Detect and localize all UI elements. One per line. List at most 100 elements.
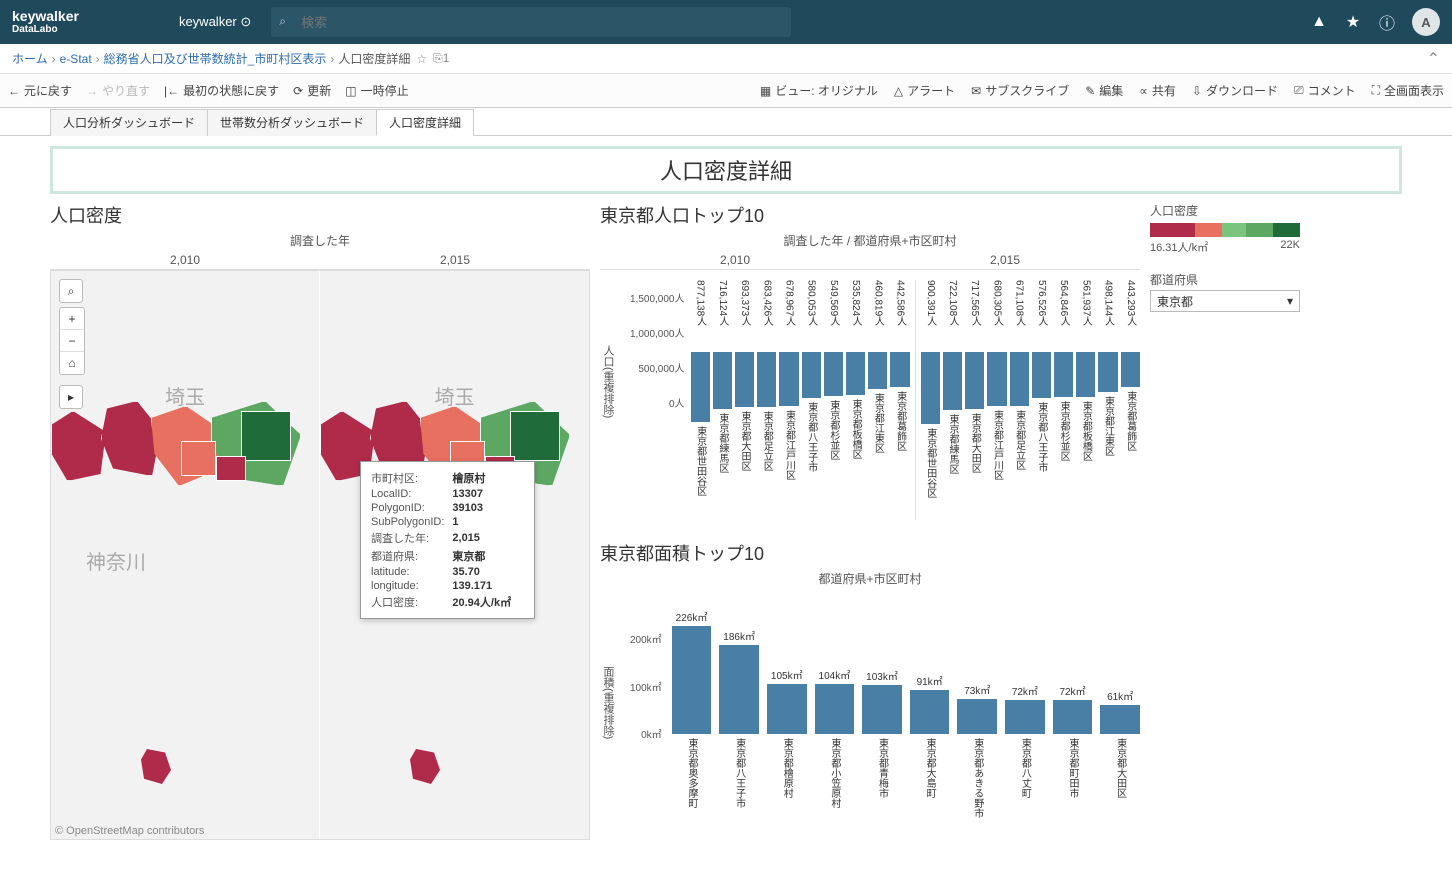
bar[interactable]: 61k㎡ 東京都大田区 [1100, 607, 1140, 818]
bc-l1[interactable]: e-Stat [60, 52, 92, 66]
bar[interactable]: 72k㎡ 東京都町田市 [1053, 607, 1093, 818]
tab-household[interactable]: 世帯数分析ダッシュボード [207, 109, 377, 136]
bar-category-label: 東京都足立区 [759, 411, 774, 501]
bar-rect [779, 352, 798, 406]
chart2[interactable]: 面積(重複排除) 200k㎡ 100k㎡ 0k㎡ 226k㎡ 東京都奥多摩町 1… [600, 597, 1140, 827]
info-icon[interactable]: ⓘ [1378, 13, 1396, 31]
favorite-icon[interactable]: ☆ [416, 52, 427, 66]
bar[interactable]: 722,108人 東京都練馬区 [943, 280, 962, 504]
bar-category-label: 東京都杉並区 [826, 400, 841, 490]
dashboard-grid: 人口密度 調査した年 2,010 2,015 ⌕ + − ⌂ ▸ 埼玉 [50, 202, 1402, 840]
bar[interactable]: 561,937人 東京都板橋区 [1076, 280, 1095, 491]
collapse-icon[interactable]: ⌃ [1427, 49, 1440, 69]
chart1-years: 2,010 2,015 [600, 251, 1140, 270]
download-button[interactable]: ⇩ダウンロード [1192, 82, 1278, 99]
pause-label: 一時停止 [361, 82, 409, 99]
search-input[interactable] [271, 7, 791, 37]
bar[interactable]: 91k㎡ 東京都大島町 [910, 607, 950, 818]
bar[interactable]: 535,824人 東京都板橋区 [846, 280, 865, 489]
refresh-button[interactable]: ⟳更新 [293, 82, 331, 99]
bar[interactable]: 693,373人 東京都大田区 [735, 280, 754, 501]
bar[interactable]: 671,108人 東京都足立区 [1010, 280, 1029, 500]
bar-category-label: 東京都小笠原村 [827, 738, 842, 818]
bc-l2[interactable]: 総務省人口及び世帯数統計_市町村区表示 [104, 50, 327, 67]
bar[interactable]: 900,391人 東京都世田谷区 [921, 280, 940, 518]
bar[interactable]: 72k㎡ 東京都八丈町 [1005, 607, 1045, 818]
bar-rect [1032, 352, 1051, 398]
map-2010[interactable]: 埼玉 神奈川 [51, 271, 320, 839]
bar[interactable]: 460,819人 東京都江東区 [868, 280, 887, 483]
org-dropdown[interactable]: keywalker ⊙ [179, 14, 251, 30]
bar[interactable]: 549,569人 東京都杉並区 [824, 280, 843, 490]
fullscreen-label: 全画面表示 [1384, 82, 1444, 99]
alert-icon[interactable]: ▲ [1310, 13, 1328, 31]
bar[interactable]: 442,586人 東京都葛飾区 [890, 280, 909, 481]
revert-button[interactable]: |←最初の状態に戻す [164, 82, 279, 99]
bar-value-label: 877,138人 [693, 280, 708, 350]
chart2-bars: 226k㎡ 東京都奥多摩町 186k㎡ 東京都八王子市 105k㎡ 東京都檜原村… [662, 607, 1140, 827]
bar[interactable]: 576,526人 東京都八王子市 [1032, 280, 1051, 492]
chart2-header: 都道府県+市区町村 [600, 570, 1140, 587]
bar[interactable]: 680,305人 東京都江戸川区 [987, 280, 1006, 500]
chart1[interactable]: 人口(重複排除) 1,500,000人 1,000,000人 500,000人 … [600, 270, 1140, 520]
revert-icon: |← [164, 84, 179, 98]
bar[interactable]: 186k㎡ 東京都八王子市 [719, 607, 759, 818]
map-body[interactable]: ⌕ + − ⌂ ▸ 埼玉 神奈川 埼玉 [50, 270, 590, 840]
map-year-header: 調査した年 [50, 232, 590, 249]
zoom-home-button[interactable]: ⌂ [60, 352, 84, 374]
bar[interactable]: 103k㎡ 東京都青梅市 [862, 607, 902, 818]
comment-button[interactable]: ⎚コメント [1294, 82, 1356, 99]
pause-button[interactable]: ◫一時停止 [345, 82, 408, 99]
bar[interactable]: 443,293人 東京都葛飾区 [1121, 280, 1140, 481]
subscribe-button[interactable]: ✉サブスクライブ [971, 82, 1069, 99]
bar[interactable]: 716,124人 東京都練馬区 [713, 280, 732, 503]
bar-value-label: 549,569人 [826, 280, 841, 350]
undo-button[interactable]: ← 元に戻す [8, 82, 72, 99]
tab-population[interactable]: 人口分析ダッシュボード [50, 109, 208, 136]
bar-category-label: 東京都八王子市 [804, 402, 819, 492]
bar[interactable]: 564,846人 東京都杉並区 [1054, 280, 1073, 491]
fullscreen-button[interactable]: ⛶全画面表示 [1372, 82, 1444, 99]
tab-density-detail[interactable]: 人口密度詳細 [376, 109, 474, 136]
edit-button[interactable]: ✎編集 [1085, 82, 1123, 99]
zoom-out-button[interactable]: − [60, 330, 84, 352]
bar-category-label: 東京都大田区 [737, 411, 752, 501]
bar-category-label: 東京都大田区 [1113, 738, 1128, 818]
map-2015[interactable]: 埼玉 市町村区:檜原村 LocalID:13307 PolygonID:3910… [320, 271, 589, 839]
bc-home[interactable]: ホーム [12, 50, 48, 67]
bar[interactable]: 717,565人 東京都大田区 [965, 280, 984, 503]
undo-icon: ← [8, 84, 20, 98]
zoom-in-button[interactable]: + [60, 308, 84, 330]
bar[interactable]: 683,426人 東京都足立区 [757, 280, 776, 501]
map-expand-button[interactable]: ▸ [59, 385, 83, 409]
breadcrumb: ホーム › e-Stat › 総務省人口及び世帯数統計_市町村区表示 › 人口密… [0, 44, 1452, 74]
bar-value-label: 104k㎡ [819, 667, 851, 682]
bar[interactable]: 105k㎡ 東京都檜原村 [767, 607, 807, 818]
bar[interactable]: 73k㎡ 東京都あきる野市 [957, 607, 997, 818]
map-search-button[interactable]: ⌕ [59, 279, 83, 303]
redo-button[interactable]: →やり直す [86, 82, 150, 99]
avatar[interactable]: A [1412, 8, 1440, 36]
share-button[interactable]: ∝共有 [1139, 82, 1176, 99]
chart1-year-2015: 2,015 [990, 251, 1020, 269]
bar[interactable]: 498,144人 東京都江東区 [1098, 280, 1117, 486]
redo-icon: → [86, 84, 98, 98]
bar[interactable]: 226k㎡ 東京都奥多摩町 [672, 607, 712, 818]
bar-rect [672, 626, 712, 734]
bar[interactable]: 678,967人 東京都江戸川区 [779, 280, 798, 500]
datasource-icon[interactable]: ⎘1 [433, 51, 449, 66]
alert-button[interactable]: △アラート [894, 82, 955, 99]
bar[interactable]: 580,053人 東京都八王子市 [802, 280, 821, 492]
view-label: ビュー: オリジナル [775, 82, 878, 99]
filter-value: 東京都 [1157, 293, 1193, 310]
bar[interactable]: 877,138人 東京都世田谷区 [691, 280, 710, 516]
bar[interactable]: 104k㎡ 東京都小笠原村 [815, 607, 855, 818]
undo-label: 元に戻す [24, 82, 72, 99]
bell-icon: △ [894, 84, 903, 98]
bar-rect [1121, 352, 1140, 387]
legend-range: 16.31人/k㎡ 22K [1150, 239, 1300, 255]
star-icon[interactable]: ★ [1344, 13, 1362, 31]
prefecture-filter[interactable]: 東京都 ▾ [1150, 290, 1300, 312]
view-button[interactable]: ▦ビュー: オリジナル [760, 82, 878, 99]
chart1-title: 東京都人口トップ10 [600, 202, 1140, 228]
